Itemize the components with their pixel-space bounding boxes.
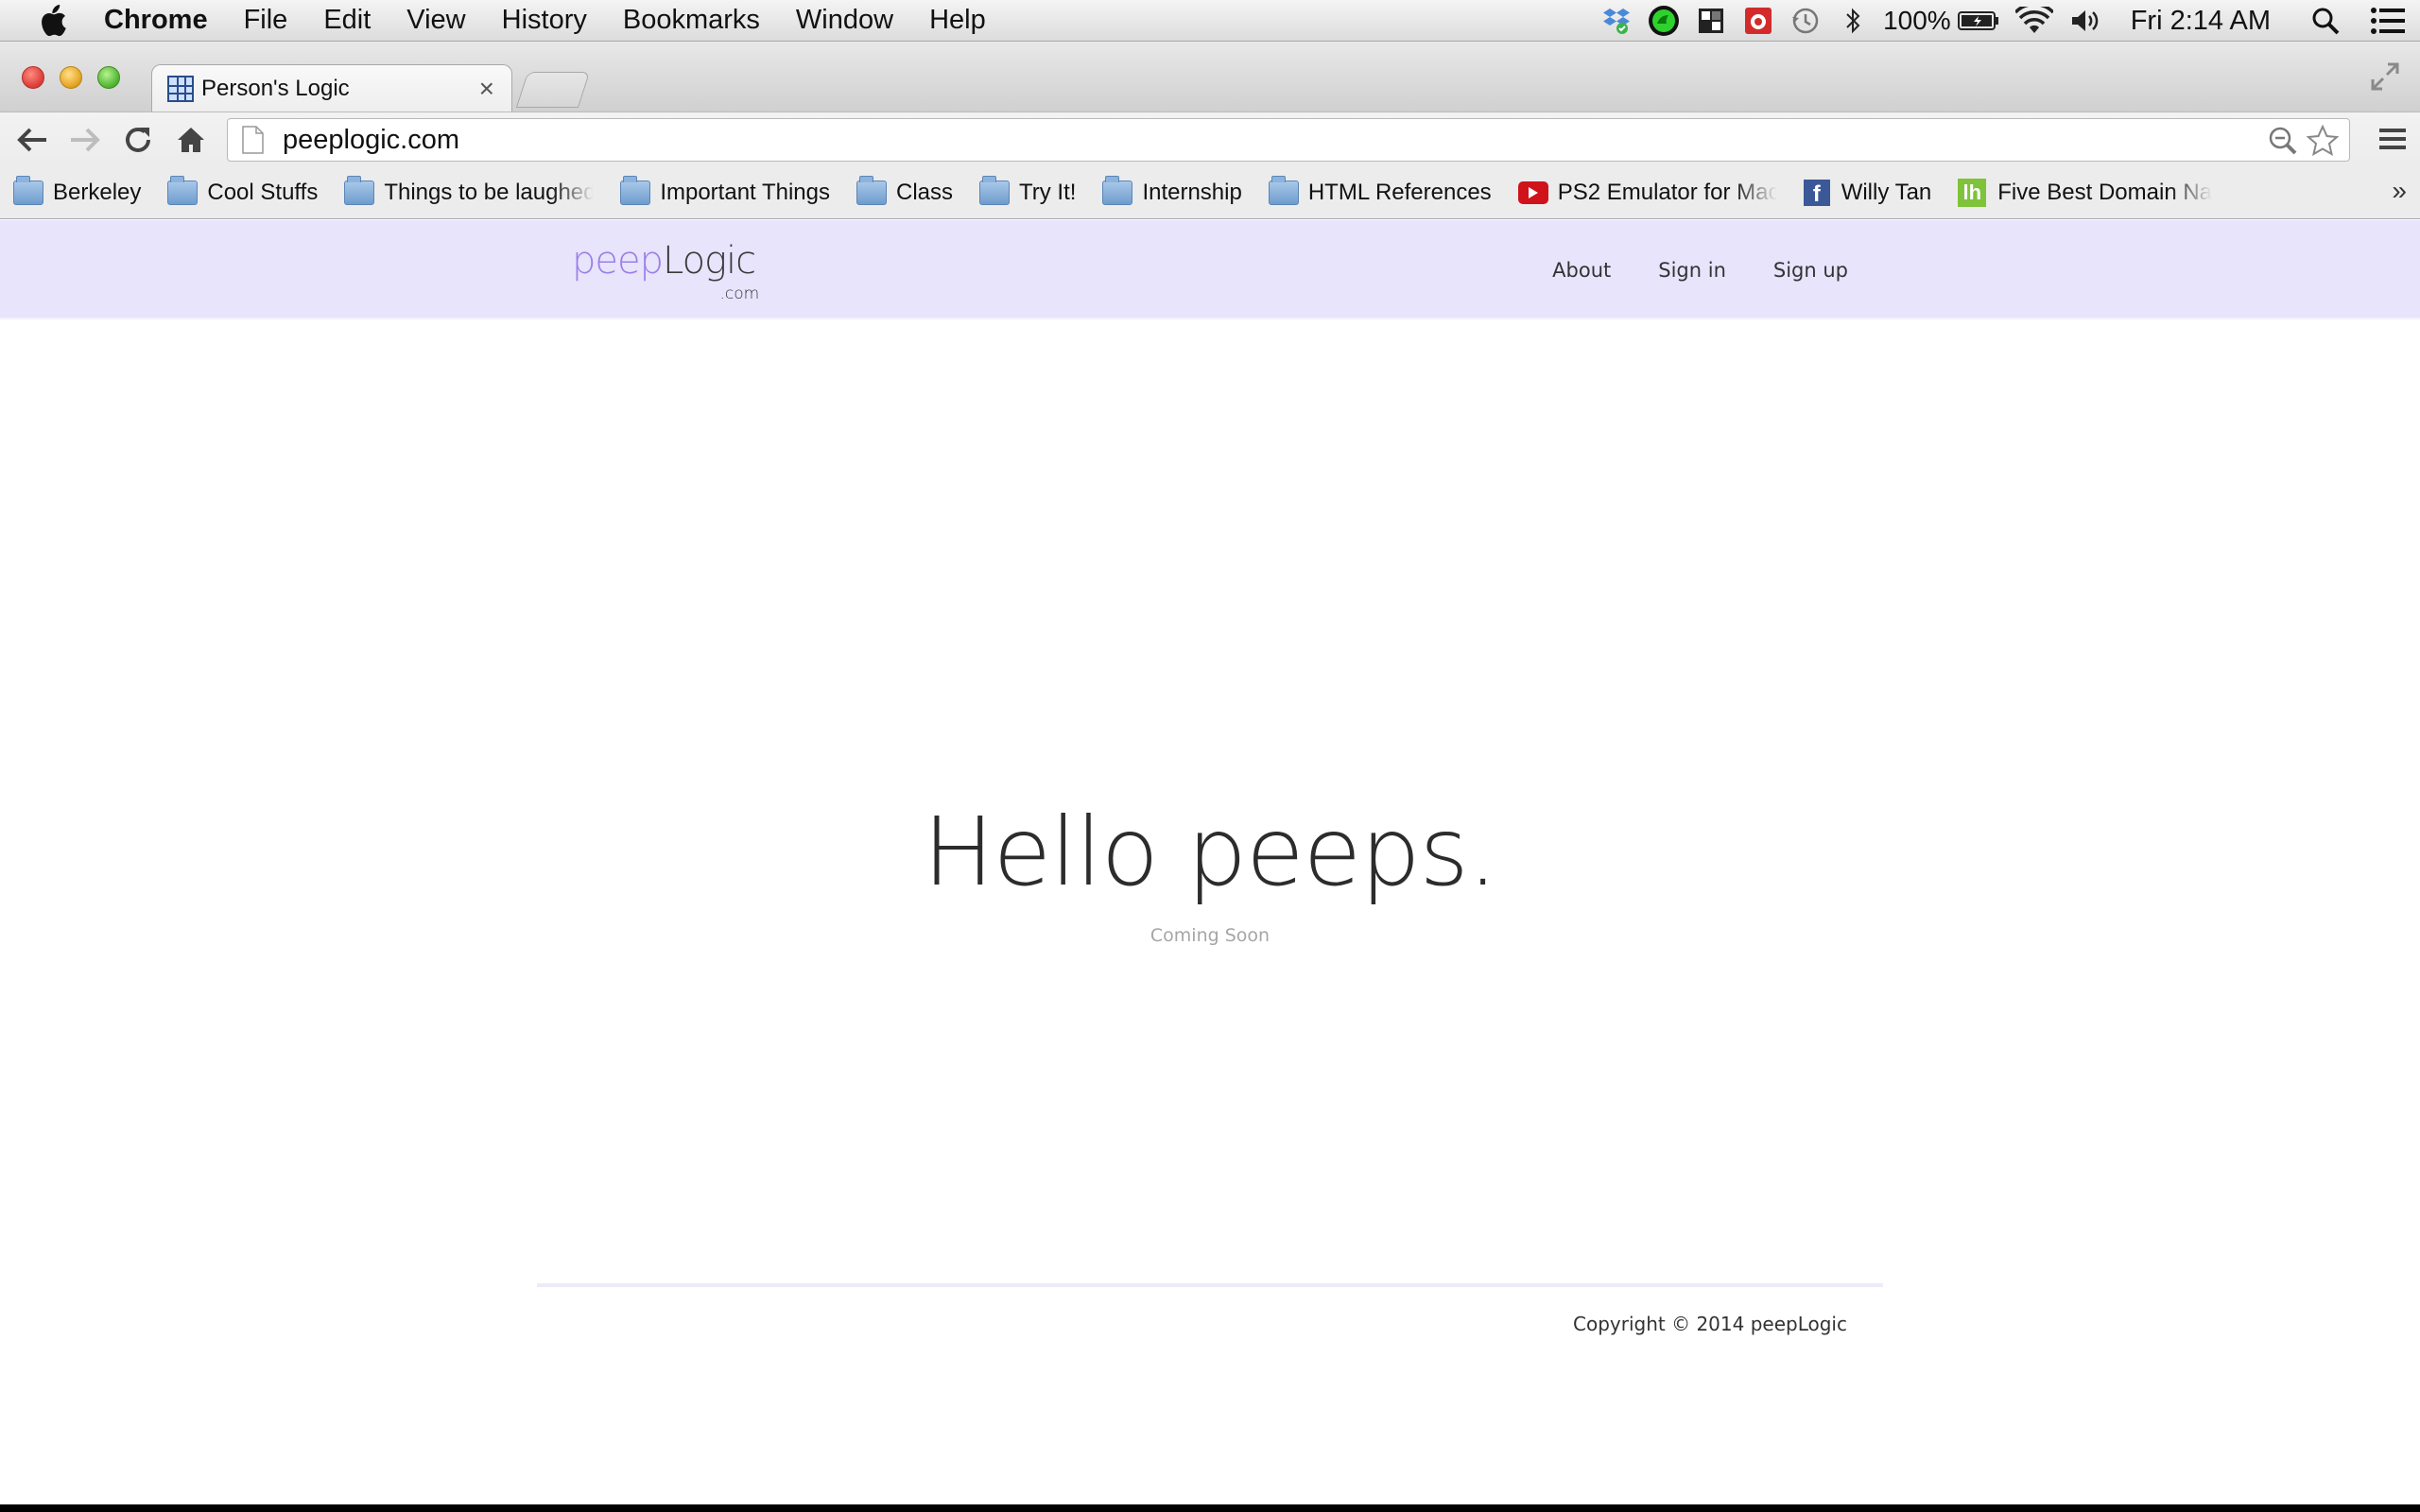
folder-icon (856, 175, 887, 205)
fullscreen-icon[interactable] (2369, 60, 2401, 93)
footer-copyright: Copyright © 2014 peepLogic (1573, 1313, 1847, 1335)
site-logo[interactable]: peepLogic .com (572, 239, 759, 303)
bookmark-folder-try-it[interactable]: Try It! (979, 175, 1077, 206)
menu-file[interactable]: File (244, 5, 288, 36)
youtube-icon (1517, 180, 1548, 204)
logo-peep: peep (572, 239, 664, 283)
web-page: peepLogic .com About Sign in Sign up Hel… (0, 220, 2420, 1504)
folder-icon (1102, 175, 1133, 205)
folder-icon (979, 175, 1010, 205)
macos-menu-bar: Chrome File Edit View History Bookmarks … (0, 0, 2420, 42)
battery-icon[interactable] (1957, 4, 2000, 38)
chrome-window: Person's Logic × peeplogic.com Berkeley … (0, 42, 2420, 1504)
bookmark-label: Berkeley (53, 179, 142, 205)
bookmark-star-icon[interactable] (2306, 124, 2340, 158)
bookmark-five-best-domain[interactable]: lh Five Best Domain Na (1958, 178, 2213, 207)
tab-favicon-icon (167, 75, 194, 102)
bookmark-label: Class (895, 179, 953, 205)
status-area: 100% Fri 2:14 AM (1599, 0, 2420, 42)
tab-strip: Person's Logic × (0, 42, 2420, 112)
tab-title: Person's Logic (201, 75, 350, 101)
back-button-icon[interactable] (15, 123, 49, 157)
reload-icon[interactable] (121, 123, 155, 157)
menu-history[interactable]: History (502, 5, 587, 36)
home-icon[interactable] (174, 123, 208, 157)
chrome-menu-icon[interactable] (2377, 123, 2411, 157)
window-zoom-button[interactable] (97, 66, 120, 89)
camera-app-icon[interactable] (1741, 4, 1775, 38)
folder-icon (620, 175, 651, 205)
bookmark-label: PS2 Emulator for Mac (1557, 179, 1777, 205)
menu-edit[interactable]: Edit (323, 5, 371, 36)
zoom-icon[interactable] (2268, 126, 2298, 156)
bookmark-label: Willy Tan (1841, 179, 1932, 205)
bookmark-folder-html-references[interactable]: HTML References (1268, 175, 1492, 206)
spotlight-search-icon[interactable] (2308, 4, 2342, 38)
bookmark-folder-internship[interactable]: Internship (1102, 175, 1242, 206)
nav-about-link[interactable]: About (1552, 259, 1611, 282)
bookmark-folder-cool-stuffs[interactable]: Cool Stuffs (167, 175, 319, 206)
tab-close-icon[interactable]: × (479, 74, 494, 104)
bluetooth-icon[interactable] (1836, 4, 1870, 38)
bookmark-folder-things-to-be-laughed[interactable]: Things to be laughed (344, 175, 595, 206)
logo-dotcom: .com (719, 284, 760, 303)
forward-button-icon[interactable] (68, 123, 102, 157)
notification-center-icon[interactable] (2371, 4, 2405, 38)
bookmark-label: HTML References (1307, 179, 1492, 205)
bookmark-label: Things to be laughed (384, 179, 595, 205)
wifi-icon[interactable] (2014, 4, 2055, 38)
lifehacker-icon: lh (1958, 178, 1987, 207)
tab-active[interactable]: Person's Logic × (151, 64, 512, 112)
menu-window[interactable]: Window (796, 5, 893, 36)
folder-icon (13, 175, 43, 205)
bookmark-label: Try It! (1019, 179, 1077, 205)
menu-clock[interactable]: Fri 2:14 AM (2131, 6, 2271, 37)
facebook-icon: f (1803, 179, 1830, 206)
folder-icon (344, 175, 375, 205)
hero-subtitle: Coming Soon (1150, 925, 1270, 946)
site-nav-links: About Sign in Sign up (1505, 220, 1848, 319)
new-tab-button[interactable] (515, 72, 591, 108)
logo-logic: Logic (663, 239, 756, 283)
bookmark-label: Five Best Domain Na (1997, 179, 2213, 205)
bookmark-folder-important-things[interactable]: Important Things (620, 175, 830, 206)
site-navbar: peepLogic .com About Sign in Sign up (0, 220, 2420, 319)
grid-app-icon[interactable] (1694, 4, 1728, 38)
nav-sign-in-link[interactable]: Sign in (1658, 259, 1726, 282)
folder-icon (1268, 175, 1299, 205)
time-machine-icon[interactable] (1789, 4, 1823, 38)
screen-bottom-edge (0, 1504, 2420, 1512)
folder-icon (167, 175, 199, 205)
apple-menu-icon[interactable] (34, 2, 72, 40)
bookmark-folder-class[interactable]: Class (856, 175, 953, 206)
bookmarks-bar: Berkeley Cool Stuffs Things to be laughe… (0, 166, 2420, 219)
menu-app-chrome[interactable]: Chrome (104, 5, 208, 36)
battery-percentage: 100% (1883, 6, 1951, 35)
window-close-button[interactable] (22, 66, 44, 89)
evernote-green-icon[interactable] (1647, 4, 1681, 38)
bookmarks-overflow-chevron-icon[interactable]: » (2392, 176, 2407, 206)
menu-bookmarks[interactable]: Bookmarks (623, 5, 760, 36)
window-minimize-button[interactable] (60, 66, 82, 89)
menu-help[interactable]: Help (929, 5, 986, 36)
bookmark-willy-tan[interactable]: f Willy Tan (1803, 179, 1932, 206)
hero-title: Hello peeps. (923, 797, 1497, 907)
bookmark-folder-berkeley[interactable]: Berkeley (13, 175, 142, 206)
footer-divider (537, 1283, 1883, 1287)
bookmark-ps2-emulator[interactable]: PS2 Emulator for Mac (1517, 179, 1777, 206)
bookmark-label: Cool Stuffs (207, 179, 319, 205)
volume-icon[interactable] (2068, 4, 2102, 38)
browser-toolbar: peeplogic.com (0, 112, 2420, 166)
bookmark-label: Important Things (660, 179, 830, 205)
page-icon (242, 126, 264, 154)
address-bar[interactable]: peeplogic.com (227, 118, 2350, 162)
url-text[interactable]: peeplogic.com (283, 125, 459, 156)
menu-view[interactable]: View (406, 5, 465, 36)
bookmark-label: Internship (1142, 179, 1242, 205)
nav-sign-up-link[interactable]: Sign up (1773, 259, 1848, 282)
dropbox-icon[interactable] (1599, 4, 1634, 38)
